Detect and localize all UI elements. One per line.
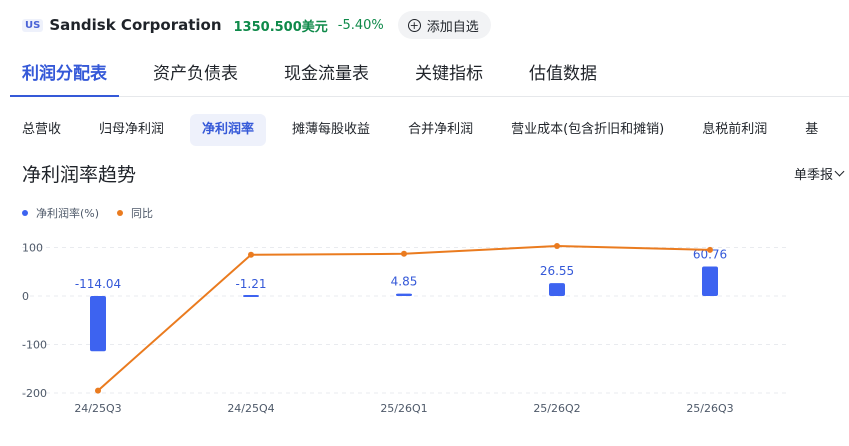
- data-label: -114.04: [75, 277, 121, 291]
- subtab-diluted-eps[interactable]: 摊薄每股收益: [292, 114, 370, 146]
- tab-key-metrics[interactable]: 关键指标: [415, 58, 483, 96]
- bar-25/26Q3: [702, 266, 718, 296]
- company-name: Sandisk Corporation: [49, 16, 222, 34]
- yoy-line: [97, 245, 711, 392]
- x-tick-label: 24/25Q4: [227, 402, 274, 415]
- legend-label-bar: 净利润率(%): [36, 207, 100, 220]
- data-label: -1.21: [235, 277, 266, 291]
- statement-tabs: 利润分配表 资产负债表 现金流量表 关键指标 估值数据: [10, 58, 849, 97]
- legend-item-line[interactable]: 同比: [117, 205, 153, 221]
- tab-balance-sheet[interactable]: 资产负债表: [153, 58, 238, 96]
- subtab-total-revenue[interactable]: 总营收: [22, 114, 61, 146]
- legend-dot-bar: [22, 210, 28, 216]
- subtab-net-income-parent[interactable]: 归母净利润: [99, 114, 164, 146]
- x-tick-label: 25/26Q1: [380, 402, 427, 415]
- market-badge: US: [22, 18, 44, 32]
- subtab-net-margin[interactable]: 净利润率: [190, 114, 267, 146]
- plus-circle-icon: +: [407, 18, 421, 32]
- legend-item-bar[interactable]: 净利润率(%): [22, 205, 99, 221]
- stock-price: 1350.500美元: [233, 19, 328, 35]
- y-tick-label: -100: [22, 339, 47, 352]
- tab-valuation[interactable]: 估值数据: [529, 58, 597, 96]
- yoy-point-24/25Q4: [248, 251, 254, 258]
- bar-25/26Q1: [396, 293, 412, 296]
- y-tick-label: 100: [22, 242, 43, 255]
- section-title: 净利润率趋势: [22, 164, 137, 186]
- x-tick-label: 25/26Q3: [686, 402, 733, 415]
- yoy-point-25/26Q1: [401, 250, 407, 257]
- data-label: 26.55: [540, 264, 574, 278]
- tab-income-statement[interactable]: 利润分配表: [10, 58, 119, 97]
- subtab-ebit[interactable]: 息税前利润: [702, 114, 767, 146]
- subtab-truncated[interactable]: 基: [805, 114, 818, 146]
- yoy-point-24/25Q3: [95, 387, 101, 394]
- y-tick-label: -200: [22, 387, 47, 400]
- stock-header: US Sandisk Corporation 1350.500美元 -5.40%…: [22, 11, 491, 39]
- tab-cash-flow[interactable]: 现金流量表: [284, 58, 369, 96]
- y-tick-label: 0: [22, 290, 29, 303]
- yoy-point-25/26Q2: [554, 243, 560, 250]
- metric-subtabs: 总营收 归母净利润 净利润率 摊薄每股收益 合并净利润 营业成本(包含折旧和摊销…: [22, 114, 849, 146]
- chart-legend: 净利润率(%) 同比: [22, 205, 171, 221]
- add-watchlist-label: 添加自选: [426, 19, 479, 35]
- add-watchlist-button[interactable]: + 添加自选: [397, 11, 491, 39]
- legend-label-line: 同比: [131, 207, 154, 220]
- x-tick-label: 25/26Q2: [533, 402, 580, 415]
- bar-25/26Q2: [549, 283, 565, 296]
- net-margin-chart: 1000-100-200-114.04 -1.21 4.8526.5560.7624…: [22, 242, 790, 415]
- bar-24/25Q4: [243, 295, 259, 297]
- yoy-point-25/26Q3: [707, 246, 713, 253]
- x-tick-label: 24/25Q3: [74, 402, 121, 415]
- subtab-consolidated-net-income[interactable]: 合并净利润: [408, 114, 473, 146]
- data-label: 4.85: [391, 275, 418, 289]
- subtab-operating-cost[interactable]: 营业成本(包含折旧和摊销): [511, 114, 664, 146]
- bar-24/25Q3: [90, 296, 106, 352]
- chevron-down-icon: [834, 166, 845, 177]
- period-label: 单季报: [793, 168, 833, 183]
- legend-dot-line: [117, 210, 124, 216]
- price-change: -5.40%: [337, 17, 384, 33]
- period-selector[interactable]: 单季报: [793, 164, 845, 183]
